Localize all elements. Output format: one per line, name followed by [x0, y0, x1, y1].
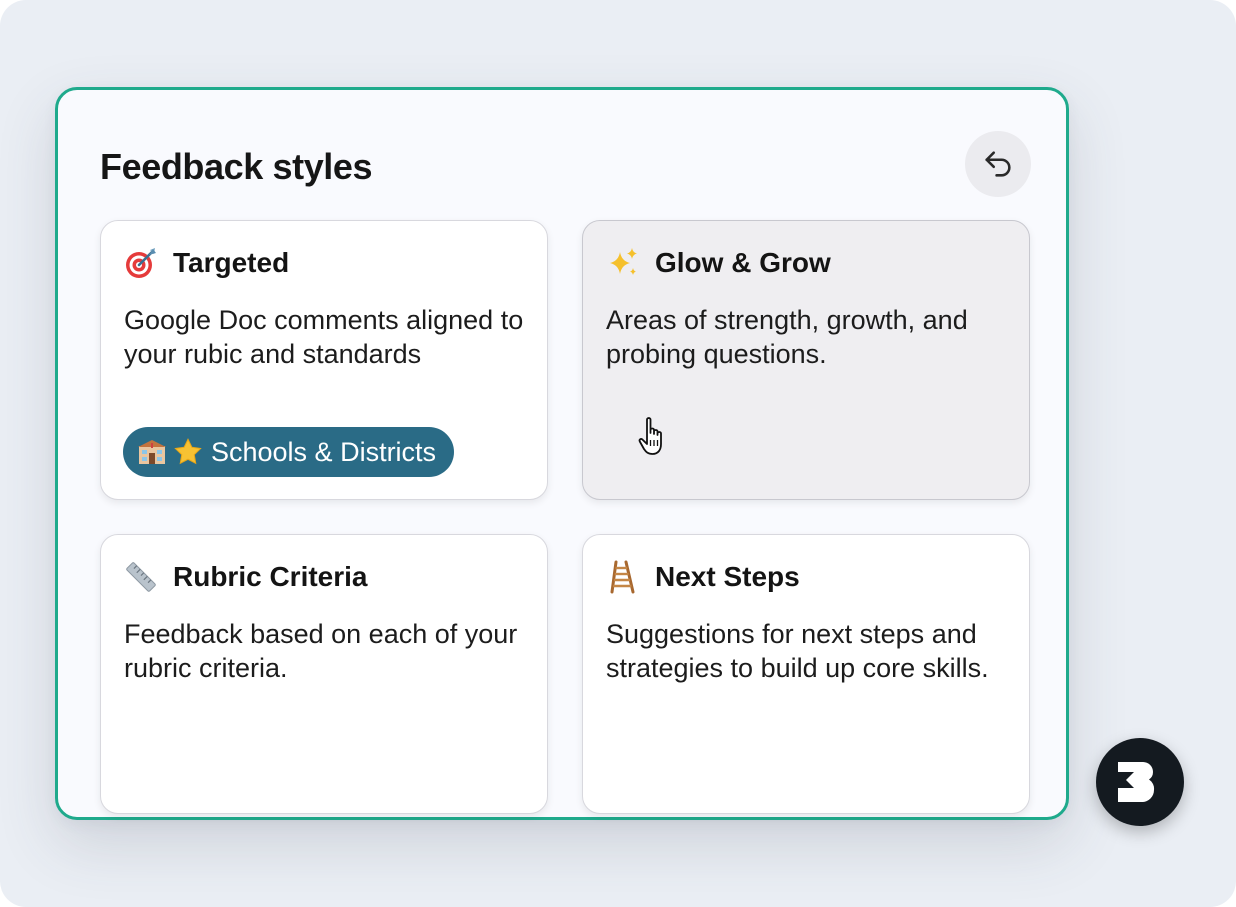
card-glow-and-grow[interactable]: Glow & Grow Areas of strength, growth, a…: [582, 220, 1030, 500]
card-title: Targeted: [173, 247, 290, 278]
star-icon: [174, 438, 202, 465]
card-description: Google Doc comments aligned to your rubi…: [124, 305, 524, 369]
ladder-icon: [605, 559, 641, 595]
card-header: Glow & Grow: [605, 245, 831, 281]
card-title: Rubric Criteria: [173, 561, 368, 592]
app-background: Feedback styles Targeted Google Doc comm…: [0, 0, 1236, 907]
card-description: Suggestions for next steps and strategie…: [606, 619, 989, 683]
card-description: Areas of strength, growth, and probing q…: [606, 305, 968, 369]
card-next-steps[interactable]: Next Steps Suggestions for next steps an…: [582, 534, 1030, 814]
card-header: Next Steps: [605, 559, 800, 595]
badge-label: Schools & Districts: [211, 437, 437, 467]
target-icon: [123, 245, 159, 281]
brand-launcher-button[interactable]: [1096, 738, 1184, 826]
undo-arrow-icon: [985, 151, 1011, 177]
card-title: Glow & Grow: [655, 247, 831, 278]
sparkles-icon: [605, 245, 641, 281]
page-title: Feedback styles: [100, 146, 373, 187]
card-title: Next Steps: [655, 561, 800, 592]
card-description: Feedback based on each of your rubric cr…: [124, 619, 518, 683]
brand-logo-icon: [1118, 762, 1155, 802]
schools-districts-badge: Schools & Districts: [123, 427, 455, 477]
undo-button[interactable]: [965, 131, 1031, 197]
card-rubric-criteria[interactable]: Rubric Criteria Feedback based on each o…: [100, 534, 548, 814]
badge-icons: [137, 437, 203, 467]
school-icon: [138, 440, 166, 464]
card-header: Rubric Criteria: [123, 559, 368, 595]
feedback-styles-panel: Feedback styles Targeted Google Doc comm…: [55, 87, 1069, 820]
card-targeted[interactable]: Targeted Google Doc comments aligned to …: [100, 220, 548, 500]
ruler-icon: [123, 559, 159, 595]
card-header: Targeted: [123, 245, 289, 281]
